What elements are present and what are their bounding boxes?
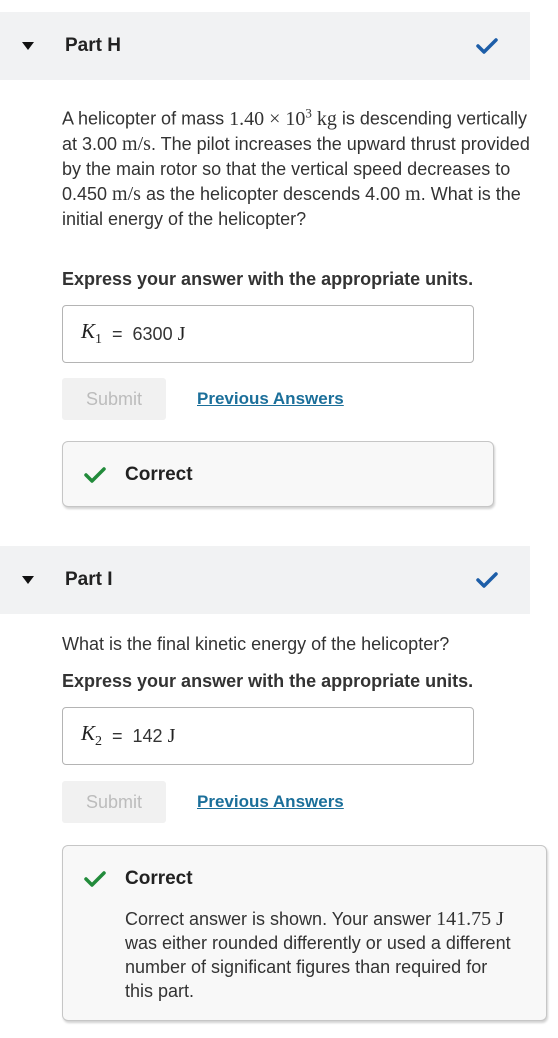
answer-unit: J [177,322,186,345]
correct-check-icon [84,467,106,483]
part-h-instruction: Express your answer with the appropriate… [62,269,474,289]
part-i-title: Part I [65,569,113,590]
part-h-question: A helicopter of mass 1.40 × 103 kg is de… [62,105,530,229]
part-h-feedback-box: Correct [62,441,494,507]
part-h-previous-answers-link[interactable]: Previous Answers [197,389,344,409]
equals-sign: = [112,725,123,746]
part-i-feedback-box: Correct Correct answer is shown. Your an… [62,845,547,1021]
answer-variable: K2 [81,721,103,750]
part-h-answer-field[interactable]: K1 = 6300 J [62,305,474,363]
part-i-question: What is the final kinetic energy of the … [62,634,450,654]
answer-value: 6300 [132,323,173,344]
part-i-previous-answers-link[interactable]: Previous Answers [197,792,344,812]
collapse-caret-icon[interactable] [22,42,34,50]
feedback-message: Correct answer is shown. Your answer 141… [125,908,511,1001]
feedback-value: 141.75 J [436,908,504,930]
feedback-title: Correct [125,464,193,485]
part-i-header[interactable]: Part I [0,546,530,614]
answer-value: 142 [132,725,163,746]
part-h-submit-button[interactable]: Submit [62,378,166,420]
part-h-header[interactable]: Part H [0,12,530,80]
equals-sign: = [112,323,123,344]
feedback-title: Correct [125,868,193,889]
answer-unit: J [167,724,176,747]
collapse-caret-icon[interactable] [22,576,34,584]
answer-variable: K1 [81,319,103,348]
checkmark-icon [476,38,498,54]
part-i-answer-field[interactable]: K2 = 142 J [62,707,474,765]
part-i-instruction: Express your answer with the appropriate… [62,671,474,691]
part-i-submit-button[interactable]: Submit [62,781,166,823]
correct-check-icon [84,871,106,887]
checkmark-icon [476,572,498,588]
part-h-title: Part H [65,35,121,56]
